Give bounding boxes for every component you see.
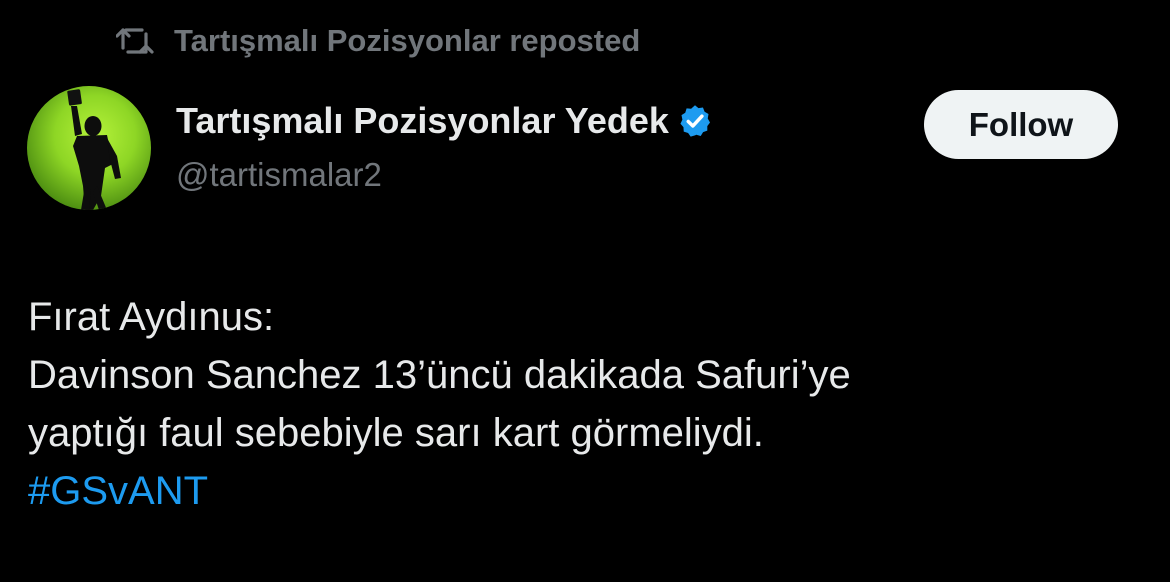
- verified-badge-icon[interactable]: [677, 102, 715, 140]
- tweet-line-1: Fırat Aydınus:: [28, 295, 275, 339]
- author-handle[interactable]: @tartismalar2: [176, 156, 382, 194]
- tweet-line-2: Davinson Sanchez 13’üncü dakikada Safuri…: [28, 353, 851, 397]
- repost-label[interactable]: Tartışmalı Pozisyonlar reposted: [174, 23, 640, 59]
- tweet-text: Fırat Aydınus: Davinson Sanchez 13’üncü …: [28, 288, 1138, 520]
- tweet-line-3: yaptığı faul sebebiyle sarı kart görmeli…: [28, 411, 764, 455]
- author-display-name[interactable]: Tartışmalı Pozisyonlar Yedek: [176, 100, 669, 142]
- referee-silhouette-icon: [67, 89, 121, 210]
- hashtag-link[interactable]: #GSvANT: [28, 462, 1138, 520]
- repost-context: Tartışmalı Pozisyonlar reposted: [114, 20, 640, 62]
- repost-icon: [114, 20, 156, 62]
- avatar[interactable]: [27, 86, 151, 210]
- author-name-row: Tartışmalı Pozisyonlar Yedek: [176, 100, 715, 142]
- follow-button[interactable]: Follow: [924, 90, 1118, 159]
